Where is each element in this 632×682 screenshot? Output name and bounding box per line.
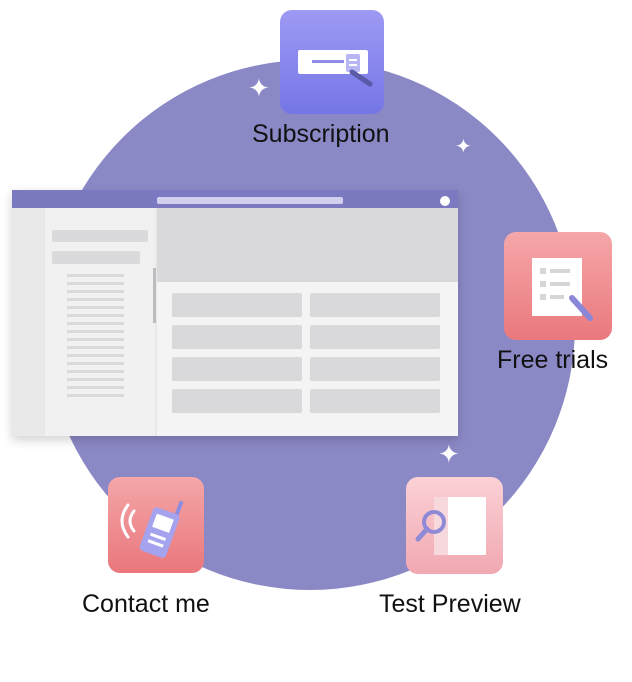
sidebar-line-placeholder [67,314,124,317]
grid-cell-placeholder [172,389,302,413]
contact-me-tile [108,477,204,573]
grid-cell-placeholder [172,357,302,381]
contact-me-label: Contact me [82,590,210,618]
sidebar-line-placeholder [67,282,124,285]
sidebar-line-placeholder [67,346,124,349]
card-with-pen-icon [298,50,373,87]
grid-cell-placeholder [172,325,302,349]
sparkle-icon: ✦ [248,74,270,104]
sidebar-line-placeholder [67,386,124,389]
magnifier-document-icon [415,497,486,555]
sidebar-line-placeholder [67,290,124,293]
sidebar-line-placeholder [67,306,124,309]
sidebar-line-placeholder [67,370,124,373]
sidebar-line-placeholder [67,362,124,365]
grid-cell-placeholder [172,293,302,317]
sparkle-icon: ✦ [438,440,460,470]
test-preview-label: Test Preview [379,590,521,618]
grid-cell-placeholder [310,325,440,349]
window-title-placeholder [157,197,343,204]
sidebar-line-placeholder [67,394,124,397]
sidebar-line-placeholder [67,322,124,325]
sidebar-line-placeholder [67,298,124,301]
grid-cell-placeholder [310,389,440,413]
checklist-with-pen-icon [532,258,593,321]
sidebar-line-placeholder [67,274,124,277]
sparkle-icon: ✦ [455,134,472,158]
sidebar-line-placeholder [67,354,124,357]
sidebar-line-placeholder [67,338,124,341]
window-status-dot [440,196,450,206]
free-trials-label: Free trials [497,346,609,374]
sidebar-heading-placeholder [52,230,148,242]
window-header-banner [157,208,458,282]
walkie-talkie-icon [120,500,184,558]
sidebar-heading-placeholder [52,251,140,264]
sidebar-line-placeholder [67,378,124,381]
window-splitter [153,268,156,323]
test-preview-tile [406,477,503,574]
sidebar-line-placeholder [67,330,124,333]
free-trials-tile [504,232,612,340]
grid-cell-placeholder [310,357,440,381]
grid-cell-placeholder [310,293,440,317]
subscription-tile [280,10,384,114]
subscription-label: Subscription [252,120,390,148]
